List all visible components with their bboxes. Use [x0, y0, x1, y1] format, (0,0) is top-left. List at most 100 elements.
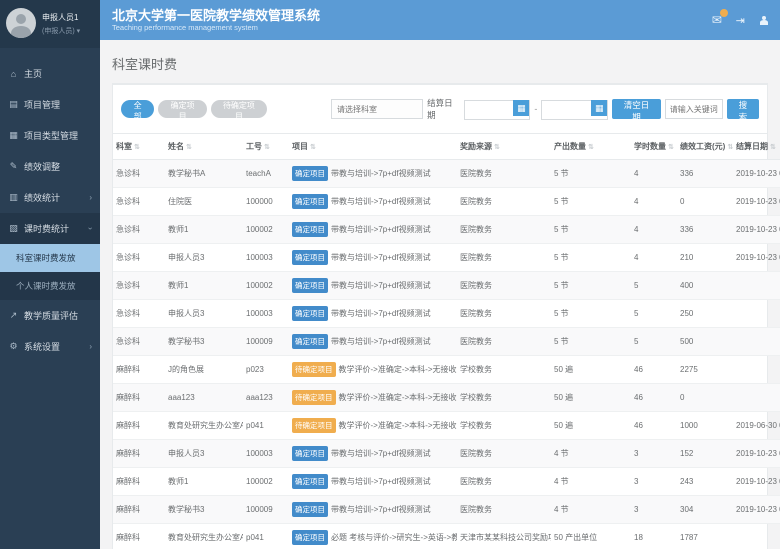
cell-name: 申报人员3: [165, 440, 243, 468]
sidebar-item-4[interactable]: ▥绩效统计›: [0, 182, 100, 213]
sidebar-item-1[interactable]: ▤项目管理: [0, 89, 100, 120]
table-row[interactable]: 麻醉科教学秘书3100009确定项目带教与培训->7p+df视频测试医院教务4 …: [113, 496, 780, 524]
cell-project: 确定项目带教与培训->7p+df视频测试: [289, 468, 457, 496]
project-name: 带教与培训->7p+df视频测试: [331, 449, 431, 458]
cell-reward-source: 学校教务: [457, 412, 551, 440]
cell-employee-id: 100000: [243, 188, 289, 216]
cell-name: J的角色展: [165, 356, 243, 384]
cell-department: 麻醉科: [113, 384, 165, 412]
cell-reward-source: 医院教务: [457, 216, 551, 244]
project-status-badge: 确定项目: [292, 194, 328, 209]
table-row[interactable]: 麻醉科aaa123aaa123待确定项目教学评价->准确定->本科->无接收人学…: [113, 384, 780, 412]
table-row[interactable]: 急诊科申报人员3100003确定项目带教与培训->7p+df视频测试医院教务5 …: [113, 244, 780, 272]
table-header-row: 科室⇅姓名⇅工号⇅项目⇅奖励来源⇅产出数量⇅学时数量⇅绩效工资(元)⇅结算日期⇅: [113, 134, 780, 160]
user-role-dropdown[interactable]: (申报人员) ▾: [42, 26, 80, 36]
user-icon[interactable]: [759, 16, 768, 25]
page-title: 科室课时费: [112, 54, 768, 73]
calendar-icon[interactable]: ▦: [591, 100, 607, 116]
chevron-down-icon: ›: [86, 227, 95, 230]
sidebar-nav: ⌂主页▤项目管理▦项目类型管理✎绩效调整▥绩效统计›▧课时费统计›科室课时费发放…: [0, 48, 100, 549]
table-row[interactable]: 麻醉科教育处研究生办公室Ap041确定项目必题 考核与评价->研究生->英语->…: [113, 524, 780, 549]
cell-department: 急诊科: [113, 300, 165, 328]
column-header[interactable]: 工号⇅: [243, 134, 289, 160]
sidebar-item-0[interactable]: ⌂主页: [0, 58, 100, 89]
table-row[interactable]: 急诊科教学秘书AteachA确定项目带教与培训->7p+df视频测试医院教务5 …: [113, 160, 780, 188]
filter-unconfirmed-button[interactable]: 待确定项目: [211, 100, 267, 118]
table-row[interactable]: 麻醉科教师1100002确定项目带教与培训->7p+df视频测试医院教务4 节3…: [113, 468, 780, 496]
cell-output-qty: 5 节: [551, 328, 631, 356]
document-icon: ▤: [8, 99, 19, 110]
cell-output-qty: 5 节: [551, 160, 631, 188]
project-name: 带教与培训->7p+df视频测试: [331, 505, 431, 514]
table-row[interactable]: 急诊科教师1100002确定项目带教与培训->7p+df视频测试医院教务5 节5…: [113, 272, 780, 300]
cell-hours-qty: 46: [631, 384, 677, 412]
envelope-icon[interactable]: ✉: [712, 13, 722, 27]
calendar-icon[interactable]: ▦: [513, 100, 529, 116]
project-status-badge: 确定项目: [292, 166, 328, 181]
cell-name: 教师1: [165, 272, 243, 300]
cell-output-qty: 50 遍: [551, 384, 631, 412]
cell-department: 麻醉科: [113, 356, 165, 384]
sidebar-subitem-5-0[interactable]: 科室课时费发放: [0, 244, 100, 272]
sort-icon[interactable]: ⇅: [310, 144, 316, 151]
sort-icon[interactable]: ⇅: [727, 144, 733, 151]
table-row[interactable]: 急诊科教学秘书3100009确定项目带教与培训->7p+df视频测试医院教务5 …: [113, 328, 780, 356]
column-header[interactable]: 奖励来源⇅: [457, 134, 551, 160]
fee-panel: 全部 确定项目 待确定项目 结算日期 ▦ - ▦ 清空日期: [112, 83, 768, 549]
sort-icon[interactable]: ⇅: [134, 144, 140, 151]
table-row[interactable]: 急诊科教师1100002确定项目带教与培训->7p+df视频测试医院教务5 节4…: [113, 216, 780, 244]
cell-salary: 336: [677, 216, 733, 244]
cell-salary: 250: [677, 300, 733, 328]
sort-icon[interactable]: ⇅: [588, 144, 594, 151]
topbar: 北京大学第一医院教学绩效管理系统 Teaching performance ma…: [100, 0, 780, 40]
sort-icon[interactable]: ⇅: [770, 144, 776, 151]
column-header[interactable]: 科室⇅: [113, 134, 165, 160]
table-row[interactable]: 急诊科住院医100000确定项目带教与培训->7p+df视频测试医院教务5 节4…: [113, 188, 780, 216]
column-header[interactable]: 学时数量⇅: [631, 134, 677, 160]
sidebar-item-2[interactable]: ▦项目类型管理: [0, 120, 100, 151]
filter-all-button[interactable]: 全部: [121, 100, 154, 118]
clear-date-button[interactable]: 清空日期: [612, 99, 660, 119]
table-row[interactable]: 麻醉科申报人员3100003确定项目带教与培训->7p+df视频测试医院教务4 …: [113, 440, 780, 468]
table-row[interactable]: 麻醉科J的角色展p023待确定项目教学评价->准确定->本科->无接收人学校教务…: [113, 356, 780, 384]
cell-settle-date: 2019-10-23 00:00:00: [733, 188, 780, 216]
sort-icon[interactable]: ⇅: [494, 144, 500, 151]
department-select-input[interactable]: [331, 99, 423, 119]
logout-icon[interactable]: ⇥: [736, 14, 745, 27]
sidebar-item-5[interactable]: ▧课时费统计›: [0, 213, 100, 244]
search-button[interactable]: 搜索: [727, 99, 759, 119]
project-status-badge: 确定项目: [292, 222, 328, 237]
cell-salary: 243: [677, 468, 733, 496]
user-panel[interactable]: 申报人员1 (申报人员) ▾: [0, 0, 100, 48]
cell-department: 麻醉科: [113, 468, 165, 496]
cell-employee-id: 100003: [243, 300, 289, 328]
table-row[interactable]: 麻醉科教育处研究生办公室Ap041待确定项目教学评价->准确定->本科->无接收…: [113, 412, 780, 440]
cell-output-qty: 50 遍: [551, 412, 631, 440]
sort-icon[interactable]: ⇅: [668, 144, 674, 151]
keyword-search-input[interactable]: [665, 99, 723, 119]
sidebar-subitem-5-1[interactable]: 个人课时费发放: [0, 272, 100, 300]
cell-department: 急诊科: [113, 244, 165, 272]
cell-salary: 400: [677, 272, 733, 300]
sidebar-item-3[interactable]: ✎绩效调整: [0, 151, 100, 182]
fee-table: 科室⇅姓名⇅工号⇅项目⇅奖励来源⇅产出数量⇅学时数量⇅绩效工资(元)⇅结算日期⇅…: [113, 134, 780, 549]
sidebar-item-label: 绩效调整: [24, 160, 60, 173]
cell-department: 急诊科: [113, 188, 165, 216]
cell-project: 确定项目必题 考核与评价->研究生->英语->教师: [289, 524, 457, 549]
home-icon: ⌂: [8, 69, 19, 79]
column-header[interactable]: 产出数量⇅: [551, 134, 631, 160]
sidebar-item-7[interactable]: ⚙系统设置›: [0, 331, 100, 362]
filter-confirmed-button[interactable]: 确定项目: [158, 100, 207, 118]
column-header[interactable]: 项目⇅: [289, 134, 457, 160]
sort-icon[interactable]: ⇅: [264, 144, 270, 151]
cell-hours-qty: 18: [631, 524, 677, 549]
column-header[interactable]: 结算日期⇅: [733, 134, 780, 160]
column-header[interactable]: 姓名⇅: [165, 134, 243, 160]
cell-settle-date: 2019-10-23 00:00:00: [733, 244, 780, 272]
sidebar-item-6[interactable]: ↗教学质量评估: [0, 300, 100, 331]
sort-icon[interactable]: ⇅: [186, 144, 192, 151]
project-status-badge: 确定项目: [292, 334, 328, 349]
column-header[interactable]: 绩效工资(元)⇅: [677, 134, 733, 160]
cell-project: 确定项目带教与培训->7p+df视频测试: [289, 160, 457, 188]
table-row[interactable]: 急诊科申报人员3100003确定项目带教与培训->7p+df视频测试医院教务5 …: [113, 300, 780, 328]
